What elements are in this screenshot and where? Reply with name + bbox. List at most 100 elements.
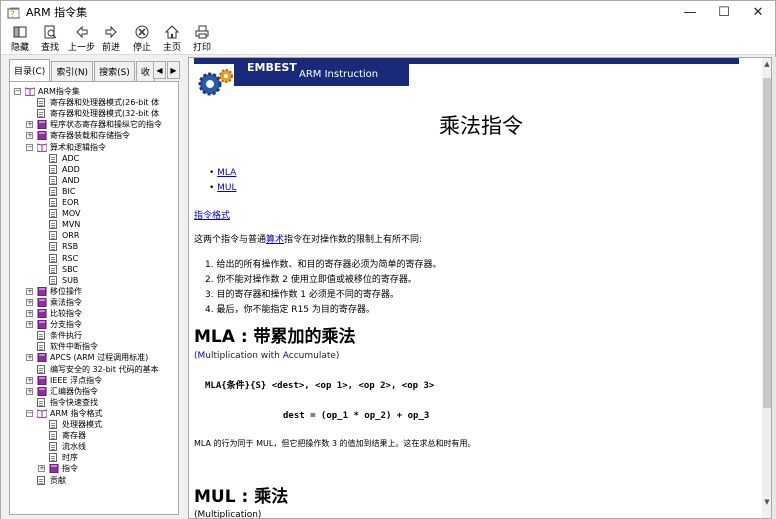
tree-item[interactable]: BIC bbox=[62, 186, 75, 197]
scroll-up-icon[interactable]: ▲ bbox=[763, 60, 771, 70]
book-icon bbox=[37, 286, 47, 296]
expand-icon[interactable]: + bbox=[26, 310, 33, 317]
tree-item[interactable]: ADC bbox=[62, 153, 79, 164]
open-book-icon bbox=[37, 409, 47, 418]
page-icon bbox=[37, 342, 45, 352]
book-icon bbox=[37, 386, 47, 396]
tree-item[interactable]: 寄存器装载和存储指令 bbox=[50, 130, 130, 141]
tab-scroll-right-button[interactable]: ▶ bbox=[167, 61, 180, 79]
scroll-down-icon[interactable]: ▼ bbox=[763, 498, 771, 508]
tree-item[interactable]: IEEE 浮点指令 bbox=[50, 375, 102, 386]
tree-item[interactable]: ORR bbox=[62, 230, 79, 241]
find-button[interactable]: 查找 bbox=[41, 25, 59, 53]
tree-item[interactable]: MOV bbox=[62, 208, 81, 219]
minimize-button[interactable]: — bbox=[673, 1, 707, 23]
collapse-icon[interactable]: − bbox=[26, 409, 33, 417]
expand-icon[interactable]: + bbox=[26, 387, 33, 395]
home-button[interactable]: 主页 bbox=[163, 25, 181, 53]
tab-contents[interactable]: 目录(C) bbox=[9, 59, 51, 81]
tab-search[interactable]: 搜索(S) bbox=[94, 61, 135, 81]
intro-pre: 这两个指令与普通 bbox=[194, 235, 267, 245]
back-arrow-icon bbox=[75, 25, 87, 39]
arith-link[interactable]: 算术 bbox=[266, 235, 284, 245]
mla-note: MLA 的行为同于 MUL，但它把操作数 3 的值加到结果上。这在求总和时有用。 bbox=[194, 439, 476, 448]
tree-item[interactable]: 指令快速查找 bbox=[50, 397, 98, 408]
open-book-icon bbox=[37, 142, 47, 152]
back-button[interactable]: 上一步 bbox=[68, 25, 95, 53]
tree-item[interactable]: RSB bbox=[62, 241, 78, 252]
close-button[interactable]: ✕ bbox=[741, 1, 775, 23]
page-icon bbox=[37, 475, 45, 485]
collapse-icon[interactable]: − bbox=[26, 143, 33, 151]
maximize-button[interactable]: ☐ bbox=[707, 1, 741, 23]
banner-brand: EMBEST bbox=[247, 61, 297, 74]
expand-icon[interactable]: + bbox=[26, 298, 33, 306]
mla-link[interactable]: MLA bbox=[217, 168, 236, 178]
hide-icon bbox=[13, 26, 27, 38]
tree-item[interactable]: ADD bbox=[62, 164, 80, 175]
expand-icon[interactable]: + bbox=[26, 287, 33, 295]
tree-item[interactable]: 乘法指令 bbox=[50, 297, 82, 308]
contents-tree[interactable]: − ARM指令集 寄存器和处理器模式(26-bit 体寄存器和处理器模式(32-bi… bbox=[9, 81, 179, 515]
expand-icon[interactable]: + bbox=[26, 354, 33, 362]
tree-item[interactable]: 算术和逻辑指令 bbox=[50, 142, 106, 153]
page-title: 乘法指令 bbox=[439, 114, 523, 138]
collapse-icon[interactable]: − bbox=[14, 88, 21, 95]
rule-1: 1. 给出的所有操作数、和目的寄存器必须为简单的寄存器。 bbox=[205, 260, 442, 270]
tree-item[interactable]: 程序状态寄存器和操纵它的指令 bbox=[50, 119, 162, 130]
tree-item[interactable]: 时序 bbox=[62, 452, 78, 463]
stop-button[interactable]: 停止 bbox=[133, 25, 151, 53]
tree-item[interactable]: 分支指令 bbox=[50, 319, 82, 330]
page-icon bbox=[49, 231, 57, 241]
tree-item[interactable]: 汇编器伪指令 bbox=[50, 386, 98, 397]
tree-item[interactable]: EOR bbox=[62, 197, 79, 208]
tree-item[interactable]: 寄存器 bbox=[62, 430, 86, 441]
tree-item[interactable]: 条件执行 bbox=[50, 330, 82, 341]
page-icon bbox=[49, 442, 57, 452]
tab-scroll-left-button[interactable]: ◀ bbox=[153, 61, 166, 79]
tree-item[interactable]: APCS (ARM 过程调用标准) bbox=[50, 352, 148, 363]
intro-post: 指令在对操作数的限制上有所不同: bbox=[284, 235, 423, 245]
back-label: 上一步 bbox=[68, 43, 96, 53]
tree-item[interactable]: MVN bbox=[62, 219, 80, 230]
tree-item[interactable]: 移位操作 bbox=[50, 286, 82, 297]
page-icon bbox=[49, 175, 57, 185]
expand-icon[interactable]: + bbox=[26, 376, 33, 384]
page-icon bbox=[49, 431, 57, 441]
hide-button[interactable]: 隐藏 bbox=[11, 25, 29, 53]
content-scrollbar[interactable]: ▲ ▼ bbox=[762, 58, 771, 518]
print-button[interactable]: 打印 bbox=[193, 25, 211, 53]
tree-item[interactable]: 流水线 bbox=[62, 441, 86, 452]
rule-3: 3. 目的寄存器和操作数 1 必须是不同的寄存器。 bbox=[205, 290, 399, 300]
mla-desc-2: ccumulate) bbox=[288, 351, 340, 361]
tree-item[interactable]: 寄存器和处理器模式(26-bit 体 bbox=[50, 97, 159, 108]
tree-item[interactable]: ARM 指令格式 bbox=[50, 408, 102, 419]
format-link[interactable]: 指令格式 bbox=[194, 211, 230, 221]
tab-favorites[interactable]: 收 bbox=[135, 61, 155, 81]
page-icon bbox=[49, 275, 57, 285]
tree-item[interactable]: AND bbox=[62, 175, 80, 186]
tree-item[interactable]: SBC bbox=[62, 264, 78, 275]
tab-index[interactable]: 索引(N) bbox=[51, 61, 94, 81]
scroll-thumb[interactable] bbox=[763, 78, 771, 408]
expand-icon[interactable]: + bbox=[26, 132, 33, 140]
tree-item[interactable]: 比较指令 bbox=[50, 308, 82, 319]
expand-icon[interactable]: + bbox=[26, 121, 33, 129]
tree-item[interactable]: 寄存器和处理器模式(32-bit 体 bbox=[50, 108, 159, 119]
tree-item[interactable]: RSC bbox=[62, 253, 78, 264]
mla-heading: MLA : 带累加的乘法 bbox=[194, 327, 356, 347]
tree-item[interactable]: 指令 bbox=[62, 463, 78, 474]
mul-link[interactable]: MUL bbox=[217, 183, 236, 193]
expand-icon[interactable]: + bbox=[26, 321, 33, 329]
tree-item[interactable]: SUB bbox=[62, 275, 78, 286]
tree-item[interactable]: 贡献 bbox=[50, 475, 66, 486]
tree-item[interactable]: 处理器模式 bbox=[62, 419, 102, 430]
forward-button[interactable]: 前进 bbox=[102, 25, 120, 53]
book-icon bbox=[37, 353, 47, 363]
tree-item[interactable]: ARM指令集 bbox=[38, 86, 80, 97]
tree-item[interactable]: 编写安全的 32-bit 代码的基本 bbox=[50, 364, 159, 375]
expand-icon[interactable]: + bbox=[38, 465, 45, 473]
banner: EMBEST ARM Instruction bbox=[194, 58, 739, 96]
tree-item[interactable]: 软件中断指令 bbox=[50, 341, 98, 352]
page-icon bbox=[49, 164, 57, 174]
